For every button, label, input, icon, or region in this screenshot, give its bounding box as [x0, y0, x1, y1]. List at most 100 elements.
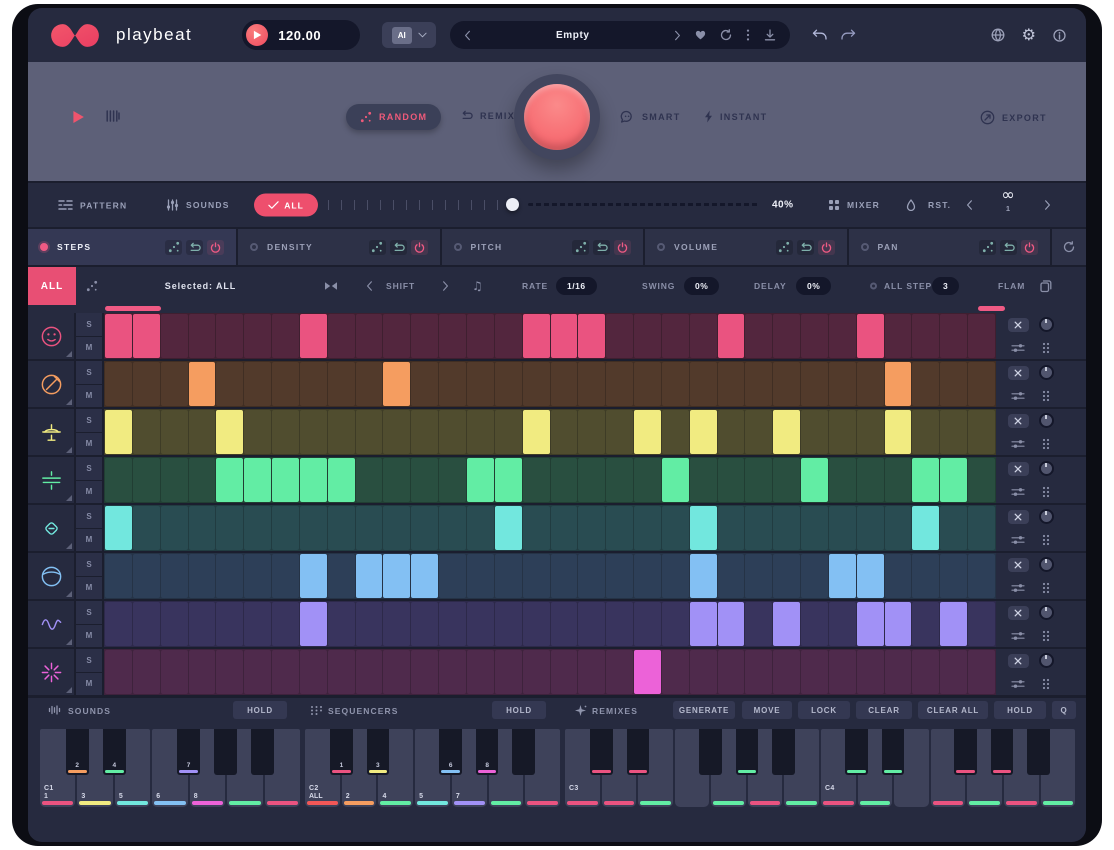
step-cell[interactable]: [662, 554, 689, 598]
step-cell[interactable]: [690, 410, 717, 454]
track-volume-knob[interactable]: [1039, 653, 1054, 668]
step-cell[interactable]: [690, 506, 717, 550]
pattern-loop-indicator[interactable]: ∞ 1: [986, 187, 1030, 213]
step-cell[interactable]: [606, 314, 633, 358]
tab-pattern[interactable]: PATTERN: [58, 200, 127, 211]
step-cell[interactable]: [495, 362, 522, 406]
mute-button[interactable]: M: [76, 385, 102, 408]
hold-remixes-button[interactable]: HOLD: [994, 701, 1046, 719]
step-cell[interactable]: [244, 506, 271, 550]
step-cell[interactable]: [912, 410, 939, 454]
black-key[interactable]: [954, 729, 977, 775]
loop-icon[interactable]: [797, 240, 814, 255]
step-cell[interactable]: [272, 314, 299, 358]
bpm-control[interactable]: 120.00: [242, 20, 360, 50]
step-cell[interactable]: [244, 458, 271, 502]
clear-track-button[interactable]: [1008, 366, 1029, 380]
step-cell[interactable]: [968, 650, 995, 694]
step-cell[interactable]: [495, 314, 522, 358]
step-cell[interactable]: [189, 314, 216, 358]
loop-region-bar[interactable]: [105, 306, 161, 311]
step-cell[interactable]: [161, 506, 188, 550]
prev-preset-button[interactable]: [464, 30, 471, 41]
random-mode-button[interactable]: RANDOM: [346, 104, 441, 130]
step-cell[interactable]: [829, 362, 856, 406]
preview-play-button[interactable]: [72, 110, 85, 124]
step-cell[interactable]: [411, 506, 438, 550]
mute-button[interactable]: M: [76, 673, 102, 696]
step-cell[interactable]: [606, 362, 633, 406]
track-filter-icon[interactable]: [1011, 631, 1025, 641]
step-cell[interactable]: [662, 362, 689, 406]
step-cell[interactable]: [383, 410, 410, 454]
step-cell[interactable]: [189, 602, 216, 646]
power-icon[interactable]: [207, 240, 224, 255]
step-cell[interactable]: [857, 410, 884, 454]
step-cell[interactable]: [857, 554, 884, 598]
track-icon-hihat-open[interactable]: [28, 457, 76, 503]
step-cell[interactable]: [105, 362, 132, 406]
clear-track-button[interactable]: [1008, 510, 1029, 524]
step-cell[interactable]: [383, 314, 410, 358]
shift-left-button[interactable]: [366, 281, 373, 292]
step-cell[interactable]: [356, 410, 383, 454]
step-cell[interactable]: [328, 362, 355, 406]
step-cell[interactable]: [857, 458, 884, 502]
black-key[interactable]: 7: [177, 729, 200, 775]
step-cell[interactable]: [467, 506, 494, 550]
step-cell[interactable]: [411, 554, 438, 598]
step-cell[interactable]: [606, 458, 633, 502]
step-cell[interactable]: [773, 314, 800, 358]
param-enable-dot[interactable]: [250, 243, 258, 251]
track-filter-icon[interactable]: [1011, 343, 1025, 353]
solo-button[interactable]: S: [76, 601, 102, 624]
dice-icon[interactable]: [165, 240, 182, 255]
apply-all-button[interactable]: ALL: [254, 194, 318, 217]
loop-icon[interactable]: [593, 240, 610, 255]
step-cell[interactable]: [272, 506, 299, 550]
lock-button[interactable]: LOCK: [798, 701, 850, 719]
step-cell[interactable]: [857, 506, 884, 550]
solo-button[interactable]: S: [76, 457, 102, 480]
move-button[interactable]: MOVE: [742, 701, 792, 719]
step-cell[interactable]: [801, 650, 828, 694]
step-cell[interactable]: [773, 410, 800, 454]
black-key[interactable]: 1: [330, 729, 353, 775]
step-cell[interactable]: [523, 458, 550, 502]
step-cell[interactable]: [885, 602, 912, 646]
step-cell[interactable]: [105, 410, 132, 454]
step-cell[interactable]: [161, 602, 188, 646]
step-cell[interactable]: [745, 458, 772, 502]
step-cell[interactable]: [244, 650, 271, 694]
step-cell[interactable]: [439, 410, 466, 454]
complexity-slider-fill[interactable]: [528, 203, 760, 206]
step-cell[interactable]: [189, 554, 216, 598]
black-key[interactable]: [214, 729, 237, 775]
step-cell[interactable]: [523, 314, 550, 358]
step-cell[interactable]: [244, 602, 271, 646]
swing-value[interactable]: 0%: [684, 277, 719, 295]
step-cell[interactable]: [495, 650, 522, 694]
step-cell[interactable]: [328, 602, 355, 646]
reset-button[interactable]: RST.: [928, 200, 951, 210]
param-enable-dot[interactable]: [861, 243, 869, 251]
black-key[interactable]: [772, 729, 795, 775]
step-cell[interactable]: [634, 650, 661, 694]
quantize-button[interactable]: Q: [1052, 701, 1076, 719]
step-cell[interactable]: [912, 458, 939, 502]
black-key[interactable]: [845, 729, 868, 775]
favorite-icon[interactable]: [695, 30, 706, 40]
hold-sounds-button[interactable]: HOLD: [233, 701, 287, 719]
track-filter-icon[interactable]: [1011, 583, 1025, 593]
track-drag-handle[interactable]: [1042, 534, 1050, 546]
all-steps-dot[interactable]: [870, 283, 877, 290]
step-cell[interactable]: [634, 410, 661, 454]
step-cell[interactable]: [189, 362, 216, 406]
step-cell[interactable]: [718, 602, 745, 646]
play-button[interactable]: [246, 24, 268, 46]
power-icon[interactable]: [411, 240, 428, 255]
step-cell[interactable]: [244, 362, 271, 406]
next-preset-button[interactable]: [674, 30, 681, 41]
step-cell[interactable]: [523, 650, 550, 694]
black-key[interactable]: [991, 729, 1014, 775]
